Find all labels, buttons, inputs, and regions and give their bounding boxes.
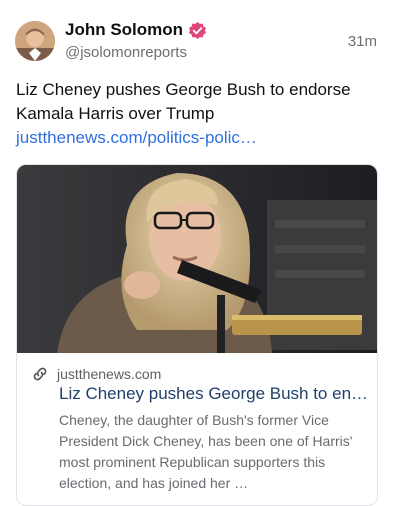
post-body-text: Liz Cheney pushes George Bush to endorse… [16, 80, 351, 123]
social-post: John Solomon @jsolomonreports 31m Liz Ch… [0, 0, 393, 506]
article-photo[interactable] [17, 165, 377, 353]
post-text: Liz Cheney pushes George Bush to endorse… [16, 78, 378, 150]
author-avatar[interactable] [15, 21, 55, 61]
post-timestamp: 31m [347, 33, 377, 50]
author-handle[interactable]: @jsolomonreports [65, 44, 187, 61]
link-icon [31, 365, 49, 383]
card-description: Cheney, the daughter of Bush's former Vi… [59, 412, 353, 491]
card-domain: justthenews.com [57, 366, 162, 382]
verified-badge-icon [188, 21, 207, 40]
post-link[interactable]: justthenews.com/politics-polic… [16, 128, 257, 147]
author-name-row: John Solomon [65, 20, 207, 40]
card-domain-row: justthenews.com [31, 365, 161, 383]
author-display-name[interactable]: John Solomon [65, 20, 183, 40]
card-title[interactable]: Liz Cheney pushes George Bush to en… [59, 384, 371, 404]
link-preview-card[interactable]: justthenews.com Liz Cheney pushes George… [16, 164, 378, 506]
